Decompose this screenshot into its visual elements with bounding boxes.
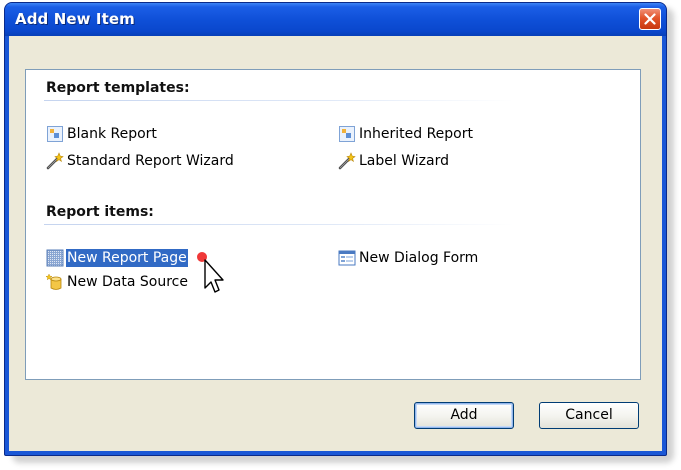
dialog-client-area: Report templates: Blank Report Inherited… bbox=[9, 36, 662, 451]
item-label: Blank Report bbox=[67, 126, 157, 142]
items-panel: Report templates: Blank Report Inherited… bbox=[25, 69, 641, 380]
section-divider bbox=[44, 224, 514, 225]
dialog-form-icon bbox=[338, 250, 356, 266]
blank-report-icon bbox=[47, 126, 63, 142]
item-new-dialog-form[interactable]: New Dialog Form bbox=[338, 248, 479, 268]
item-label: Label Wizard bbox=[359, 153, 449, 169]
item-label: New Data Source bbox=[67, 274, 188, 290]
window-title: Add New Item bbox=[15, 10, 135, 28]
item-standard-report-wizard[interactable]: Standard Report Wizard bbox=[46, 151, 235, 171]
wizard-wand-icon bbox=[338, 152, 356, 170]
close-icon bbox=[644, 13, 656, 25]
item-inherited-report[interactable]: Inherited Report bbox=[338, 124, 474, 144]
title-bar[interactable]: Add New Item bbox=[5, 3, 666, 36]
item-label-wizard[interactable]: Label Wizard bbox=[338, 151, 450, 171]
report-templates-header: Report templates: bbox=[46, 80, 190, 96]
item-new-data-source[interactable]: New Data Source bbox=[46, 272, 189, 292]
mouse-cursor-icon bbox=[197, 252, 224, 293]
item-label: Standard Report Wizard bbox=[67, 153, 234, 169]
wizard-wand-icon bbox=[46, 152, 64, 170]
item-label: New Dialog Form bbox=[359, 250, 479, 266]
add-button[interactable]: Add bbox=[414, 402, 514, 429]
report-items-header: Report items: bbox=[46, 204, 154, 220]
item-new-report-page[interactable]: New Report Page bbox=[46, 248, 188, 268]
close-button[interactable] bbox=[639, 8, 661, 30]
item-blank-report[interactable]: Blank Report bbox=[46, 124, 158, 144]
data-source-icon bbox=[46, 273, 62, 290]
cancel-button[interactable]: Cancel bbox=[539, 402, 639, 429]
report-page-icon bbox=[46, 249, 64, 267]
inherited-report-icon bbox=[339, 126, 355, 142]
item-label: Inherited Report bbox=[359, 126, 473, 142]
add-new-item-dialog: Add New Item Report templates: Blank Rep… bbox=[4, 2, 667, 456]
section-divider bbox=[44, 100, 514, 101]
item-label: New Report Page bbox=[66, 249, 188, 267]
